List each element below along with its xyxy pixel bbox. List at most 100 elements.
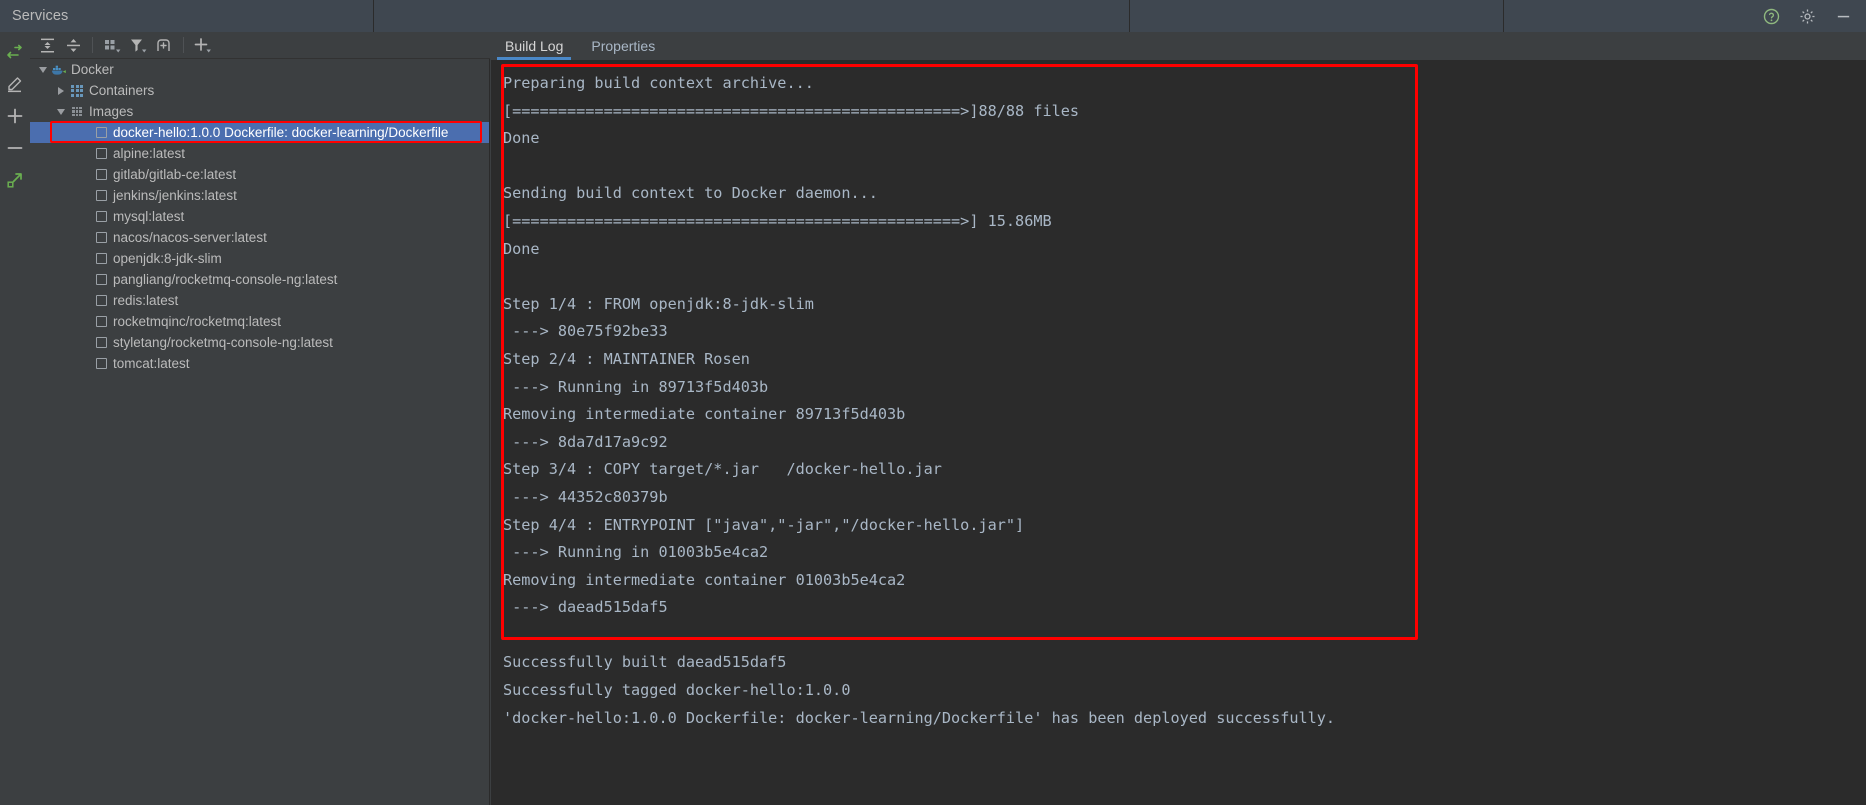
add-tab-button[interactable] bbox=[151, 33, 177, 57]
image-checkbox-icon[interactable] bbox=[92, 248, 110, 269]
title-bar-cell-3 bbox=[1130, 0, 1504, 32]
tree-item-image[interactable]: styletang/rocketmq-console-ng:latest bbox=[30, 332, 489, 353]
image-checkbox-icon[interactable] bbox=[92, 332, 110, 353]
log-line: 'docker-hello:1.0.0 Dockerfile: docker-l… bbox=[503, 708, 1336, 727]
build-log-content: Preparing build context archive... [====… bbox=[491, 60, 1866, 732]
log-line: Step 2/4 : MAINTAINER Rosen bbox=[503, 349, 750, 368]
log-line: Successfully built daead515daf5 bbox=[503, 653, 787, 672]
toolbar-separator-1 bbox=[92, 37, 93, 53]
log-line: ---> Running in 01003b5e4ca2 bbox=[503, 543, 769, 562]
tree-item-image-label: pangliang/rocketmq-console-ng:latest bbox=[113, 272, 338, 287]
log-line: [=======================================… bbox=[503, 211, 1052, 230]
add-service-button[interactable] bbox=[190, 33, 216, 57]
tree-node-docker-label: Docker bbox=[71, 62, 114, 77]
log-line: Successfully tagged docker-hello:1.0.0 bbox=[503, 681, 851, 700]
tree-item-image[interactable]: nacos/nacos-server:latest bbox=[30, 227, 489, 248]
minimize-icon[interactable] bbox=[1834, 7, 1852, 25]
collapse-all-button[interactable] bbox=[60, 33, 86, 57]
image-checkbox-icon[interactable] bbox=[92, 122, 110, 143]
settings-gear-icon[interactable] bbox=[1798, 7, 1816, 25]
tab-build-log[interactable]: Build Log bbox=[491, 32, 577, 60]
log-line: [=======================================… bbox=[503, 101, 1080, 120]
tree-item-image-label: gitlab/gitlab-ce:latest bbox=[113, 167, 237, 182]
log-line-blank bbox=[503, 153, 1866, 181]
tree-item-image-label: styletang/rocketmq-console-ng:latest bbox=[113, 335, 333, 350]
toolbar-separator-2 bbox=[183, 37, 184, 53]
tree-item-image-label: nacos/nacos-server:latest bbox=[113, 230, 267, 245]
group-by-button[interactable] bbox=[99, 33, 125, 57]
tree-item-image[interactable]: docker-hello:1.0.0 Dockerfile: docker-le… bbox=[30, 122, 489, 143]
tree-toolbar bbox=[30, 32, 490, 59]
help-icon[interactable] bbox=[1762, 7, 1780, 25]
image-checkbox-icon[interactable] bbox=[92, 206, 110, 227]
tree-item-image-label: mysql:latest bbox=[113, 209, 185, 224]
log-line: Removing intermediate container 89713f5d… bbox=[503, 405, 906, 424]
title-bar-cell-services: Services bbox=[0, 0, 374, 32]
image-checkbox-icon[interactable] bbox=[92, 311, 110, 332]
tab-properties-label: Properties bbox=[591, 38, 656, 54]
edit-configuration-icon[interactable] bbox=[0, 68, 30, 100]
log-line: Step 3/4 : COPY target/*.jar /docker-hel… bbox=[503, 460, 942, 479]
log-line: Preparing build context archive... bbox=[503, 74, 814, 92]
tree-item-image[interactable]: mysql:latest bbox=[30, 206, 489, 227]
tree-item-image-label: jenkins/jenkins:latest bbox=[113, 188, 237, 203]
tree-item-image[interactable]: tomcat:latest bbox=[30, 353, 489, 374]
tree-node-images-label: Images bbox=[89, 104, 134, 119]
tab-properties[interactable]: Properties bbox=[577, 32, 669, 60]
image-checkbox-icon[interactable] bbox=[92, 353, 110, 374]
tree-node-docker[interactable]: Docker bbox=[30, 59, 489, 80]
log-line-blank bbox=[503, 622, 1866, 650]
image-checkbox-icon[interactable] bbox=[92, 269, 110, 290]
tree-item-image-label: tomcat:latest bbox=[113, 356, 190, 371]
tree-item-image-label: alpine:latest bbox=[113, 146, 186, 161]
tree-node-containers[interactable]: Containers bbox=[30, 80, 489, 101]
tree-item-image[interactable]: pangliang/rocketmq-console-ng:latest bbox=[30, 269, 489, 290]
build-log-console[interactable]: Preparing build context archive... [====… bbox=[491, 60, 1866, 805]
log-line: ---> Running in 89713f5d403b bbox=[503, 377, 769, 396]
tree-item-image[interactable]: jenkins/jenkins:latest bbox=[30, 185, 489, 206]
image-checkbox-icon[interactable] bbox=[92, 290, 110, 311]
chevron-down-icon[interactable] bbox=[36, 59, 50, 80]
tree-item-image[interactable]: redis:latest bbox=[30, 290, 489, 311]
image-checkbox-icon[interactable] bbox=[92, 185, 110, 206]
chevron-right-icon[interactable] bbox=[54, 80, 68, 101]
image-checkbox-icon[interactable] bbox=[92, 227, 110, 248]
tree-item-image-label: redis:latest bbox=[113, 293, 179, 308]
expand-all-button[interactable] bbox=[34, 33, 60, 57]
title-bar: Services bbox=[0, 0, 1866, 32]
window-title: Services bbox=[12, 8, 69, 24]
image-checkbox-icon[interactable] bbox=[92, 143, 110, 164]
tree-item-image[interactable]: openjdk:8-jdk-slim bbox=[30, 248, 489, 269]
add-icon[interactable] bbox=[0, 100, 30, 132]
remove-icon[interactable] bbox=[0, 132, 30, 164]
log-line: Done bbox=[503, 129, 540, 148]
image-checkbox-icon[interactable] bbox=[92, 164, 110, 185]
log-line: ---> daead515daf5 bbox=[503, 598, 668, 617]
tree-item-image-label: openjdk:8-jdk-slim bbox=[113, 251, 222, 266]
chevron-down-icon[interactable] bbox=[54, 101, 68, 122]
tree-item-image-label: docker-hello:1.0.0 Dockerfile: docker-le… bbox=[113, 125, 449, 140]
log-line: Step 1/4 : FROM openjdk:8-jdk-slim bbox=[503, 294, 814, 313]
editor-tabs: Build Log Properties bbox=[491, 32, 1866, 60]
log-line: ---> 44352c80379b bbox=[503, 487, 668, 506]
log-line-blank bbox=[503, 263, 1866, 291]
services-left-rail bbox=[0, 32, 30, 805]
containers-grid-icon bbox=[68, 80, 86, 101]
log-line: Sending build context to Docker daemon..… bbox=[503, 184, 878, 203]
log-line: Step 4/4 : ENTRYPOINT ["java","-jar","/d… bbox=[503, 515, 1025, 534]
title-bar-cell-2 bbox=[374, 0, 1130, 32]
log-line: ---> 8da7d17a9c92 bbox=[503, 432, 668, 451]
tree-item-image[interactable]: alpine:latest bbox=[30, 143, 489, 164]
run-service-icon[interactable] bbox=[0, 36, 30, 68]
expand-external-icon[interactable] bbox=[0, 164, 30, 196]
filter-button[interactable] bbox=[125, 33, 151, 57]
services-tool-window: Services Docker Containers Images docker… bbox=[0, 0, 1866, 805]
tree-item-image-label: rocketmqinc/rocketmq:latest bbox=[113, 314, 282, 329]
services-tree: Docker Containers Images docker-hello:1.… bbox=[30, 59, 490, 805]
tree-item-image[interactable]: rocketmqinc/rocketmq:latest bbox=[30, 311, 489, 332]
tree-node-images[interactable]: Images bbox=[30, 101, 489, 122]
log-line: ---> 80e75f92be33 bbox=[503, 322, 668, 341]
images-grid-icon bbox=[68, 101, 86, 122]
tree-item-image[interactable]: gitlab/gitlab-ce:latest bbox=[30, 164, 489, 185]
title-bar-actions bbox=[1762, 0, 1866, 32]
